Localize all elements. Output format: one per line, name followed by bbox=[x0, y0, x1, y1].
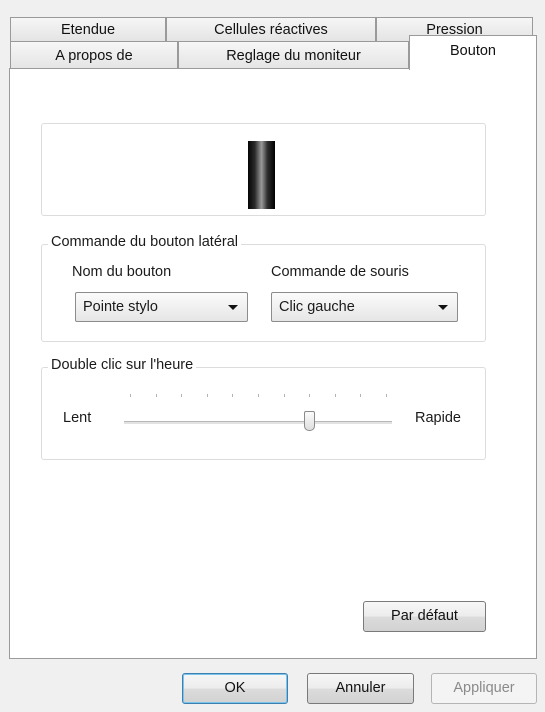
mouse-command-label: Commande de souris bbox=[271, 264, 409, 280]
slider-ticks bbox=[124, 394, 392, 400]
slider-thumb[interactable] bbox=[303, 411, 315, 431]
chevron-down-icon bbox=[228, 305, 238, 310]
chevron-down-icon bbox=[438, 305, 448, 310]
slider-tick bbox=[334, 394, 336, 397]
side-button-group: Commande du bouton latéral Nom du bouton… bbox=[41, 234, 486, 342]
cancel-button[interactable]: Annuler bbox=[307, 673, 414, 704]
default-settings-label: Par défaut bbox=[391, 608, 458, 624]
tab-etendue[interactable]: Etendue bbox=[10, 17, 166, 41]
slider-tick bbox=[386, 394, 387, 397]
tab-label: A propos de bbox=[55, 48, 133, 64]
tab-a-propos[interactable]: A propos de bbox=[10, 41, 178, 69]
slider-tick bbox=[232, 394, 234, 397]
slider-tick bbox=[155, 394, 157, 397]
ok-button[interactable]: OK bbox=[182, 673, 288, 704]
tab-label: Cellules réactives bbox=[214, 22, 328, 38]
cancel-label: Annuler bbox=[335, 680, 386, 696]
tab-label: Etendue bbox=[60, 22, 116, 38]
pen-button-image bbox=[248, 141, 275, 209]
tab-cellules-reactives[interactable]: Cellules réactives bbox=[166, 17, 376, 41]
slider-tick bbox=[283, 394, 285, 397]
apply-label: Appliquer bbox=[453, 680, 515, 696]
pen-preview-frame bbox=[41, 123, 486, 216]
apply-button[interactable]: Appliquer bbox=[431, 673, 537, 704]
slider-label-fast: Rapide bbox=[415, 410, 461, 426]
double-click-group: Double clic sur l'heure Lent Rapide bbox=[41, 357, 486, 460]
slider-tick bbox=[360, 394, 362, 397]
button-name-dropdown[interactable]: Pointe stylo bbox=[75, 292, 248, 322]
mouse-command-dropdown[interactable]: Clic gauche bbox=[271, 292, 458, 322]
slider-tick bbox=[181, 394, 183, 397]
button-name-value: Pointe stylo bbox=[83, 299, 158, 315]
slider-tick bbox=[206, 394, 208, 397]
slider-track bbox=[124, 421, 392, 424]
double-click-group-title: Double clic sur l'heure bbox=[48, 357, 197, 373]
mouse-command-value: Clic gauche bbox=[279, 299, 355, 315]
button-name-label: Nom du bouton bbox=[72, 264, 172, 280]
default-settings-button[interactable]: Par défaut bbox=[363, 601, 486, 632]
slider-label-slow: Lent bbox=[63, 410, 92, 426]
slider-tick bbox=[130, 394, 131, 397]
tab-label: Reglage du moniteur bbox=[226, 48, 361, 64]
side-button-group-title: Commande du bouton latéral bbox=[48, 234, 242, 250]
tab-panel-bouton: Commande du bouton latéral Nom du bouton… bbox=[9, 68, 537, 659]
slider-tick bbox=[258, 394, 259, 397]
tab-bouton[interactable]: Bouton bbox=[409, 35, 537, 70]
tab-label: Bouton bbox=[450, 43, 496, 59]
tab-reglage-moniteur[interactable]: Reglage du moniteur bbox=[178, 41, 409, 69]
slider-tick bbox=[309, 394, 311, 397]
double-click-speed-slider[interactable] bbox=[124, 394, 392, 434]
ok-label: OK bbox=[224, 680, 246, 696]
